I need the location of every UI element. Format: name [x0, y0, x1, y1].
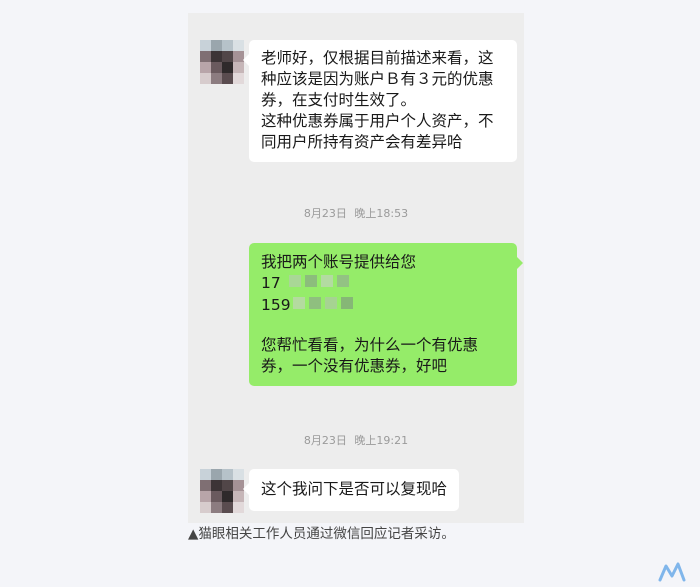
- redacted-mosaic: [325, 297, 337, 309]
- timestamp-date: 8月23日: [303, 207, 347, 220]
- message-text: 我把两个账号提供给您: [261, 253, 417, 271]
- received-message-bubble[interactable]: 这个我问下是否可以复现哈: [242, 469, 460, 511]
- timestamp-time: 晚上19:21: [354, 434, 409, 447]
- timestamp: 8月23日 晚上18:53: [188, 205, 524, 221]
- message-text: 您帮忙看看，为什么一个有优惠券，一个没有优惠券，好吧: [261, 336, 479, 375]
- account-number-prefix: 159: [261, 296, 291, 314]
- timestamp-time: 晚上18:53: [354, 207, 409, 220]
- account-number: 17: [261, 273, 507, 295]
- redacted-mosaic: [293, 297, 305, 309]
- redacted-mosaic: [337, 275, 349, 287]
- redacted-mosaic: [341, 297, 353, 309]
- account-number: 159: [261, 295, 507, 317]
- image-caption: ▲猫眼相关工作人员通过微信回应记者采访。: [188, 526, 455, 542]
- redacted-mosaic: [321, 275, 333, 287]
- message-text: 老师好，仅根据目前描述来看，这种应该是因为账户Ｂ有３元的优惠券，在支付时生效了。: [261, 49, 494, 109]
- sent-message-bubble[interactable]: 我把两个账号提供给您 17 159 您帮忙看看，为什么一个有优惠券，一个没有优惠…: [249, 243, 523, 386]
- received-message-bubble[interactable]: 老师好，仅根据目前描述来看，这种应该是因为账户Ｂ有３元的优惠券，在支付时生效了。…: [243, 40, 517, 162]
- message-text: 这个我问下是否可以复现哈: [261, 480, 448, 498]
- contact-avatar[interactable]: [200, 469, 244, 513]
- watermark-logo-icon: [658, 562, 686, 582]
- redacted-mosaic: [309, 297, 321, 309]
- timestamp-date: 8月23日: [303, 434, 347, 447]
- account-number-prefix: 17: [261, 274, 281, 292]
- message-text: 这种优惠券属于用户个人资产，不同用户所持有资产会有差异哈: [261, 112, 494, 151]
- redacted-mosaic: [305, 275, 317, 287]
- chat-screen: 老师好，仅根据目前描述来看，这种应该是因为账户Ｂ有３元的优惠券，在支付时生效了。…: [188, 13, 524, 523]
- contact-avatar[interactable]: [200, 40, 244, 84]
- timestamp: 8月23日 晚上19:21: [188, 432, 524, 448]
- redacted-mosaic: [289, 275, 301, 287]
